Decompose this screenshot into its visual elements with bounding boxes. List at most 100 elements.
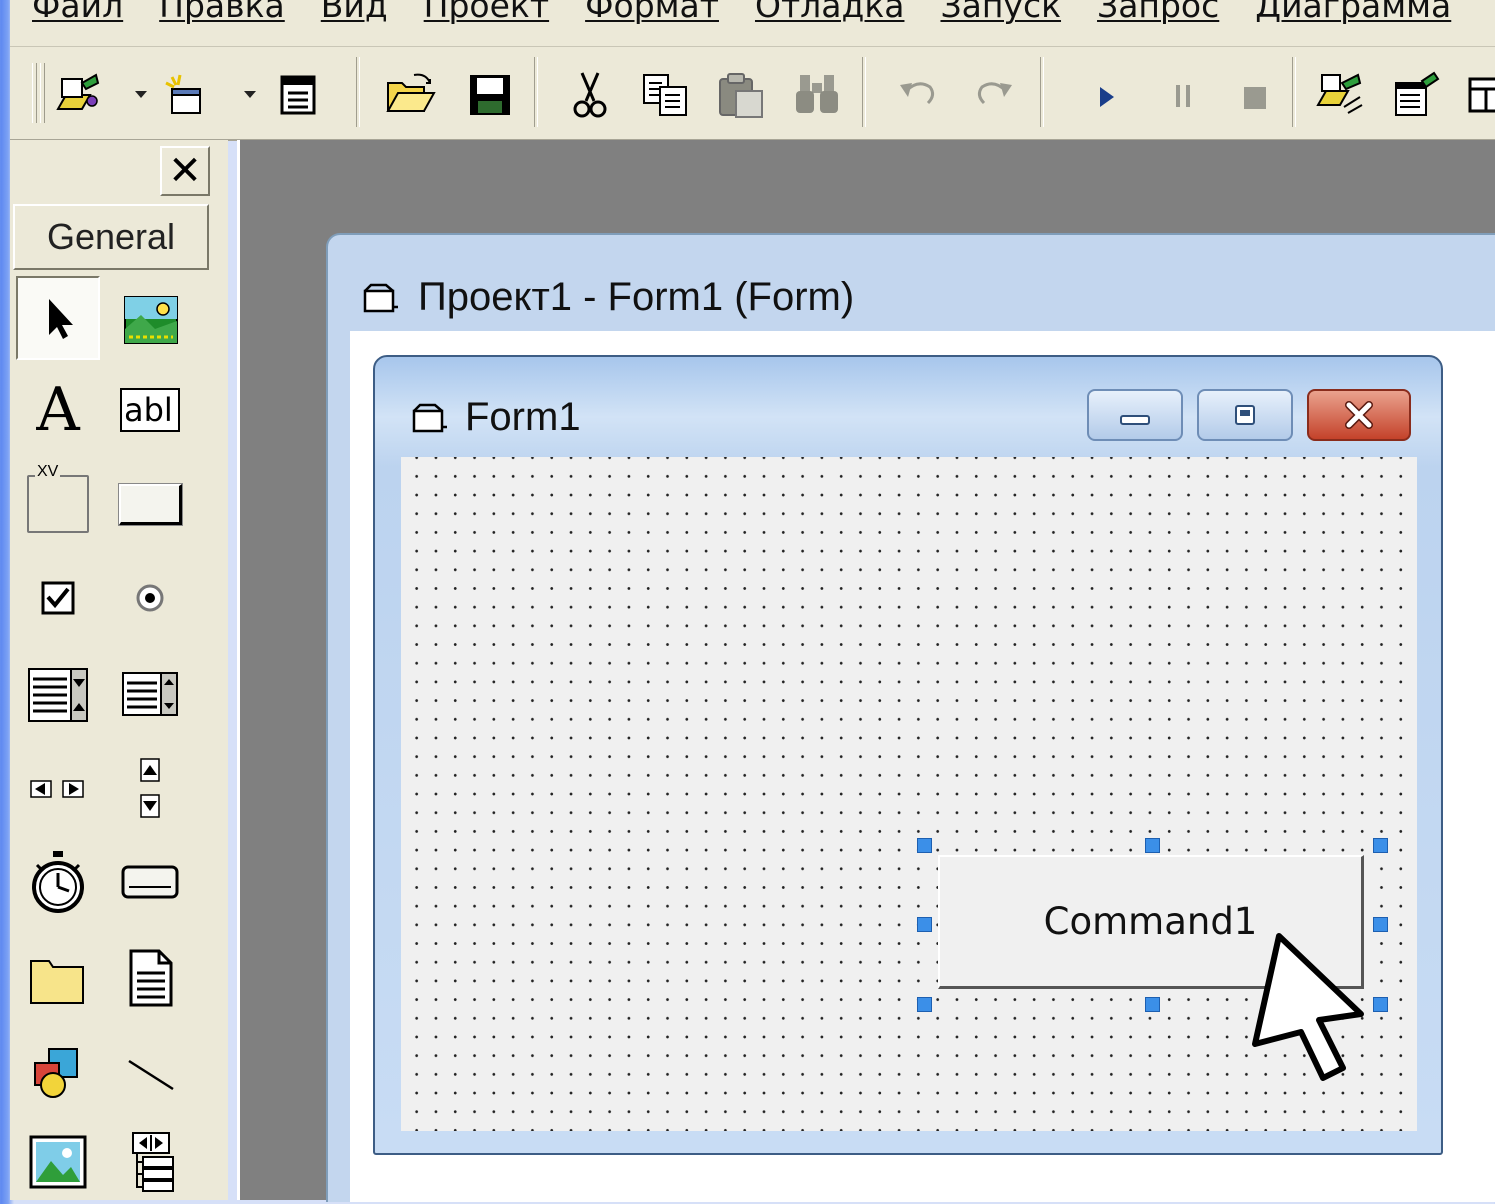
resize-handle-se[interactable] bbox=[1373, 997, 1388, 1012]
designer-titlebar: Проект1 - Form1 (Form) bbox=[362, 275, 854, 320]
break-button[interactable] bbox=[1156, 67, 1212, 123]
menu-diagram[interactable]: Диаграмма bbox=[1255, 0, 1451, 25]
pointer-tool[interactable] bbox=[16, 276, 100, 360]
binoculars-icon bbox=[796, 75, 838, 113]
label-tool[interactable]: A bbox=[16, 368, 100, 452]
toolbar-separator bbox=[1292, 57, 1296, 127]
toolbox-close-button[interactable]: ✕ bbox=[160, 146, 210, 196]
picturebox-tool[interactable] bbox=[108, 278, 192, 362]
standard-toolbar bbox=[10, 47, 1495, 141]
toolbar-grip[interactable] bbox=[32, 63, 37, 123]
timer-tool[interactable] bbox=[16, 840, 100, 924]
copy-icon bbox=[643, 74, 687, 116]
pointer-arrow-icon bbox=[49, 299, 73, 339]
toolbox-panel: ✕ General A abl XV bbox=[10, 140, 228, 1200]
cut-button[interactable] bbox=[562, 67, 618, 123]
add-form-dropdown-icon[interactable] bbox=[244, 91, 256, 98]
textbox-tool[interactable]: abl bbox=[108, 368, 192, 452]
properties-window-button[interactable] bbox=[1388, 67, 1444, 123]
add-form-icon bbox=[165, 74, 201, 114]
frame-tool[interactable]: XV bbox=[16, 462, 100, 546]
toolbar-separator bbox=[1040, 57, 1044, 127]
form-layout-button[interactable] bbox=[1462, 67, 1495, 123]
combobox-icon bbox=[28, 668, 88, 722]
checkbox-tool[interactable] bbox=[16, 556, 100, 640]
toolbox-tab-general[interactable]: General bbox=[13, 204, 209, 270]
file-icon bbox=[129, 949, 173, 1007]
label-tool-glyph: A bbox=[36, 375, 80, 445]
close-button[interactable] bbox=[1307, 389, 1411, 441]
undo-icon bbox=[900, 82, 935, 105]
find-button[interactable] bbox=[790, 67, 846, 123]
paste-clipboard-icon bbox=[719, 73, 763, 118]
menu-view[interactable]: Вид bbox=[321, 0, 388, 25]
project-explorer-icon bbox=[1316, 73, 1363, 114]
end-button[interactable] bbox=[1228, 67, 1284, 123]
dirlistbox-tool[interactable] bbox=[16, 936, 100, 1020]
resize-handle-sw[interactable] bbox=[917, 997, 932, 1012]
minimize-button[interactable] bbox=[1087, 389, 1183, 441]
mouse-cursor-icon bbox=[1252, 933, 1364, 1081]
add-project-icon bbox=[56, 73, 100, 110]
open-folder-icon bbox=[386, 73, 436, 112]
paste-button[interactable] bbox=[714, 67, 770, 123]
project-explorer-button[interactable] bbox=[1312, 67, 1368, 123]
optionbutton-tool[interactable] bbox=[108, 556, 192, 640]
command1-label: Command1 bbox=[1043, 900, 1258, 943]
filelistbox-tool[interactable] bbox=[108, 936, 192, 1020]
menu-debug[interactable]: Отладка bbox=[755, 0, 904, 25]
image-tool[interactable] bbox=[16, 1120, 100, 1204]
shape-tool[interactable] bbox=[16, 1030, 100, 1114]
data-tool[interactable] bbox=[108, 1120, 192, 1204]
checkbox-icon bbox=[41, 581, 75, 615]
line-icon bbox=[128, 1059, 174, 1091]
resize-handle-s[interactable] bbox=[1145, 997, 1160, 1012]
menu-format[interactable]: Формат bbox=[585, 0, 719, 25]
menu-project[interactable]: Проект bbox=[424, 0, 549, 25]
add-form-button[interactable] bbox=[158, 67, 214, 123]
form-icon bbox=[412, 403, 447, 432]
data-control-icon bbox=[132, 1132, 174, 1192]
stopwatch-icon bbox=[32, 851, 84, 913]
stop-icon bbox=[1244, 87, 1266, 109]
resize-handle-w[interactable] bbox=[917, 917, 932, 932]
copy-button[interactable] bbox=[638, 67, 694, 123]
combobox-tool[interactable] bbox=[16, 652, 100, 736]
resize-handle-nw[interactable] bbox=[917, 838, 932, 853]
menu-edit[interactable]: Правка bbox=[159, 0, 285, 25]
close-x-icon bbox=[1345, 401, 1373, 429]
menu-query[interactable]: Запрос bbox=[1097, 0, 1219, 25]
vscrollbar-tool[interactable] bbox=[108, 746, 192, 830]
resize-handle-e[interactable] bbox=[1373, 917, 1388, 932]
toolbar-separator bbox=[356, 57, 360, 127]
open-project-button[interactable] bbox=[382, 67, 438, 123]
maximize-button[interactable] bbox=[1197, 389, 1293, 441]
maximize-icon bbox=[1235, 405, 1255, 425]
close-icon: ✕ bbox=[168, 148, 202, 194]
form1-title: Form1 bbox=[465, 395, 581, 439]
frame-tool-caption: XV bbox=[35, 463, 61, 481]
toolbar-separator bbox=[862, 57, 866, 127]
add-project-button[interactable] bbox=[50, 67, 106, 123]
listbox-tool[interactable] bbox=[108, 652, 192, 736]
resize-handle-n[interactable] bbox=[1145, 838, 1160, 853]
line-tool[interactable] bbox=[108, 1030, 192, 1114]
hscrollbar-tool[interactable] bbox=[16, 746, 100, 830]
play-icon bbox=[1100, 87, 1114, 107]
toolbar-grip-2[interactable] bbox=[40, 63, 45, 123]
drivelistbox-tool[interactable] bbox=[108, 840, 192, 924]
commandbutton-tool[interactable] bbox=[108, 462, 192, 546]
resize-handle-ne[interactable] bbox=[1373, 838, 1388, 853]
redo-icon bbox=[977, 82, 1012, 105]
menu-run[interactable]: Запуск bbox=[940, 0, 1061, 25]
start-button[interactable] bbox=[1078, 67, 1134, 123]
undo-button[interactable] bbox=[890, 67, 946, 123]
menu-file[interactable]: Файл bbox=[32, 0, 123, 25]
menu-bar: Файл Правка Вид Проект Формат Отладка За… bbox=[10, 0, 1495, 47]
save-project-button[interactable] bbox=[462, 67, 518, 123]
menu-editor-icon bbox=[280, 75, 316, 115]
add-project-dropdown-icon[interactable] bbox=[135, 91, 147, 98]
menu-editor-button[interactable] bbox=[270, 67, 326, 123]
redo-button[interactable] bbox=[966, 67, 1022, 123]
image-icon bbox=[29, 1135, 87, 1189]
